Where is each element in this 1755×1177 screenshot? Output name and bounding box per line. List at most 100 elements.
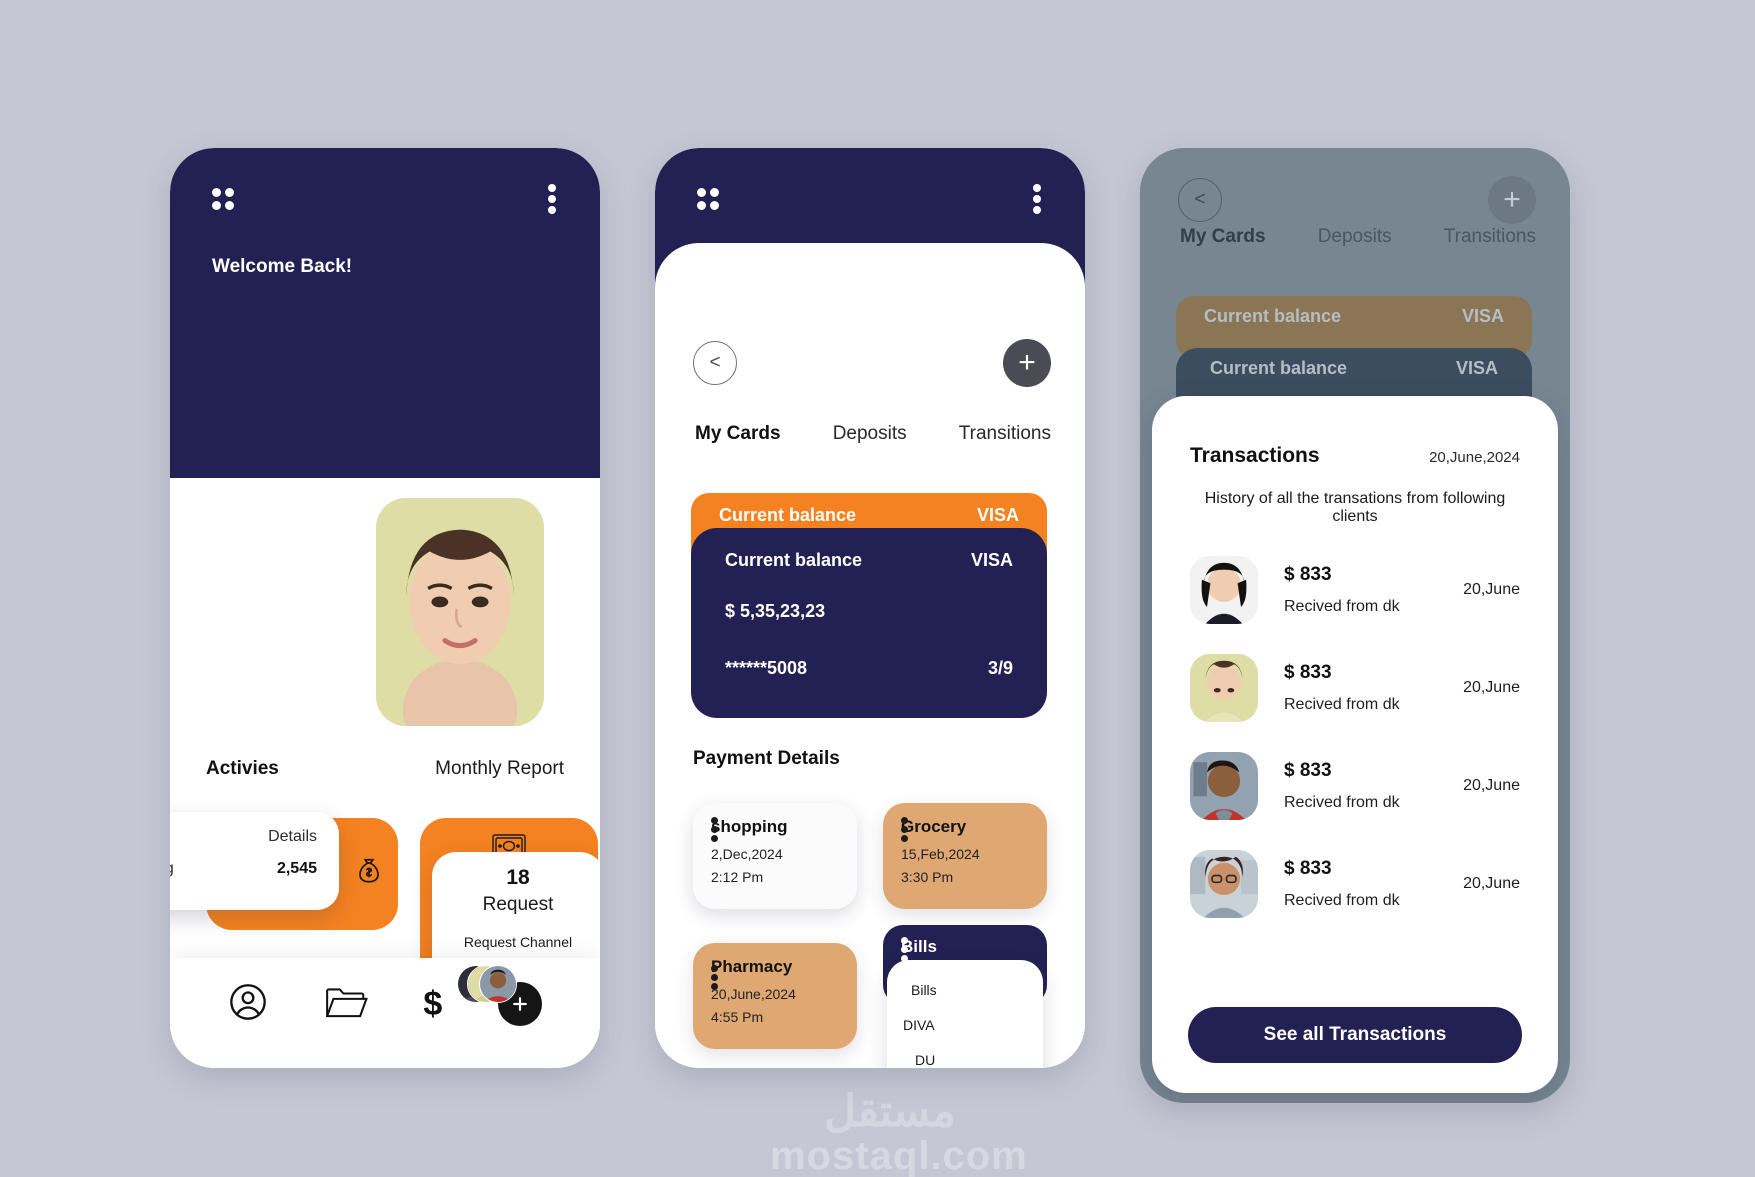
card-front-ratio: 3/9 [987, 658, 1013, 678]
grid-icon[interactable] [212, 188, 234, 210]
transactions-screen-body: < + My Cards Deposits Transitions Curren… [1140, 148, 1570, 1103]
payment-date: 2,Dec,2024 [711, 846, 783, 862]
pending-details-link[interactable]: Details [268, 828, 317, 846]
avatar [1190, 654, 1258, 722]
transaction-amount: $ 833 [1284, 662, 1332, 683]
back-icon[interactable]: < [693, 341, 737, 385]
card-back-title: Current balance [719, 505, 857, 525]
kebab-menu-icon[interactable] [901, 817, 908, 843]
card-front-pan: ******5008 [725, 658, 808, 678]
cards-screen-body: < + My Cards Deposits Transitions Curren… [655, 148, 1085, 1068]
user-summary: Samah $ 5,35,23,23 Avaliable balance [586, 523, 600, 621]
tab-transitions[interactable]: Transitions [959, 423, 1051, 445]
user-avatar [376, 498, 544, 726]
payment-time: 3:30 Pm [901, 869, 954, 885]
transaction-amount: $ 833 [1284, 858, 1332, 879]
payment-details-title: Payment Details [693, 748, 840, 769]
phone-screen-transactions: < + My Cards Deposits Transitions Curren… [1140, 148, 1570, 1103]
tab-my-cards[interactable]: My Cards [1180, 226, 1266, 248]
home-header: Welcome Back! [170, 148, 600, 478]
transaction-date: 20,June [1463, 581, 1520, 598]
request-title: Request [482, 894, 554, 915]
payment-card-shopping[interactable]: shopping 2,Dec,2024 2:12 Pm [693, 803, 857, 909]
user-balance-label: Avaliable balance [586, 600, 600, 620]
monthly-report-link[interactable]: Monthly Report [435, 758, 564, 780]
transaction-row[interactable]: $ 833 Recived from dk 20,June [1190, 850, 1520, 918]
transaction-note: Recived from dk [1284, 794, 1400, 811]
request-count: 18 [506, 866, 530, 889]
section-row: Activies Monthly Report [170, 758, 600, 780]
card-front-title: Current balance [725, 550, 863, 570]
tab-deposits[interactable]: Deposits [833, 423, 907, 445]
transactions-date: 20,June,2024 [1429, 449, 1520, 466]
kebab-menu-icon[interactable] [548, 184, 556, 214]
kebab-menu-icon[interactable] [711, 817, 718, 843]
avatar-stack [456, 965, 519, 1003]
phone-screen-home: Welcome Back! Samah $ 5,35 [170, 148, 600, 1068]
transaction-row[interactable]: $ 833 Recived from dk 20,June [1190, 556, 1520, 624]
bills-dropdown-list[interactable]: Bills DIVA DU 20,June,2024 20,June,2024 … [887, 960, 1043, 1068]
tab-deposits[interactable]: Deposits [1318, 226, 1392, 248]
back-icon[interactable]: < [1178, 178, 1222, 222]
phone-screen-cards: < + My Cards Deposits Transitions Curren… [655, 148, 1085, 1068]
welcome-text: Welcome Back! [212, 256, 353, 277]
avatar [1190, 752, 1258, 820]
dollar-icon[interactable]: $ [423, 987, 442, 1021]
folder-icon[interactable] [324, 984, 368, 1025]
request-subtitle: Request Channel [463, 934, 573, 950]
bills-item[interactable]: DU [903, 1052, 1027, 1068]
payment-card-grocery[interactable]: Grocery 15,Feb,2024 3:30 Pm [883, 803, 1047, 909]
card-front-brand: VISA [970, 550, 1013, 570]
user-name: Samah [586, 523, 600, 544]
transaction-note: Recived from dk [1284, 696, 1400, 713]
transaction-amount: $ 833 [1284, 564, 1332, 585]
kebab-menu-icon[interactable] [1033, 184, 1041, 214]
grid-icon[interactable] [697, 188, 719, 210]
avatar [478, 965, 517, 1003]
card-front[interactable]: Current balance VISA $ 5,35,23,23 ******… [691, 528, 1047, 718]
payment-card-pharmacy[interactable]: Pharmacy 20,June,2024 4:55 Pm [693, 943, 857, 1049]
watermark: مستقل mostaql.com [770, 1087, 1027, 1177]
transaction-row[interactable]: $ 833 Recived from dk 20,June [1190, 654, 1520, 722]
pending-status: Pending [170, 860, 174, 878]
payment-name: Pharmacy [711, 957, 793, 976]
cards-tabs: My Cards Deposits Transitions [695, 423, 1051, 445]
tab-my-cards[interactable]: My Cards [695, 423, 781, 445]
bills-item[interactable]: Bills [903, 982, 1027, 998]
transaction-note: Recived from dk [1284, 598, 1400, 615]
transactions-header: Transactions 20,June,2024 [1190, 444, 1520, 468]
payment-date: 15,Feb,2024 [901, 846, 980, 862]
pending-amount: 2,545 [276, 860, 317, 877]
card-back-title: Current balance [1204, 306, 1342, 326]
user-amount: $ 5,35,23,23 [586, 561, 600, 583]
watermark-latin: mostaql.com [770, 1134, 1028, 1177]
bottom-navigation: $ [170, 958, 600, 1068]
watermark-arabic: مستقل [824, 1087, 956, 1136]
card-back-brand: VISA [976, 505, 1019, 525]
activities-title: Activies [206, 758, 279, 779]
cards-sheet: < + My Cards Deposits Transitions Curren… [655, 243, 1085, 1068]
add-card-button[interactable]: + [1003, 339, 1051, 387]
transaction-date: 20,June [1463, 777, 1520, 794]
transaction-date: 20,June [1463, 679, 1520, 696]
tab-transitions[interactable]: Transitions [1444, 226, 1536, 248]
transaction-date: 20,June [1463, 875, 1520, 892]
transactions-title: Transactions [1190, 444, 1320, 467]
transaction-note: Recived from dk [1284, 892, 1400, 909]
app-mockup-stage: مستقل mostaql.com Welcome Back! S $ A Ac… [0, 0, 1755, 1177]
see-all-transactions-button[interactable]: See all Transactions [1188, 1007, 1522, 1063]
bills-item[interactable]: DIVA [903, 1017, 1027, 1033]
transaction-row[interactable]: $ 833 Recived from dk 20,June [1190, 752, 1520, 820]
payment-date: 20,June,2024 [711, 986, 796, 1002]
kebab-menu-icon[interactable] [711, 965, 718, 991]
payment-time: 2:12 Pm [711, 869, 764, 885]
payment-name: shopping [711, 817, 788, 836]
avatar [1190, 850, 1258, 918]
avatar [1190, 556, 1258, 624]
add-card-button[interactable]: + [1488, 176, 1536, 224]
user-circle-icon[interactable] [228, 982, 268, 1027]
pending-activity-card[interactable]: Samah Details Pending 2,545 [170, 812, 339, 910]
cards-tabs: My Cards Deposits Transitions [1180, 226, 1536, 248]
payment-time: 4:55 Pm [711, 1009, 764, 1025]
home-screen-body: Welcome Back! Samah $ 5,35 [170, 148, 600, 1068]
